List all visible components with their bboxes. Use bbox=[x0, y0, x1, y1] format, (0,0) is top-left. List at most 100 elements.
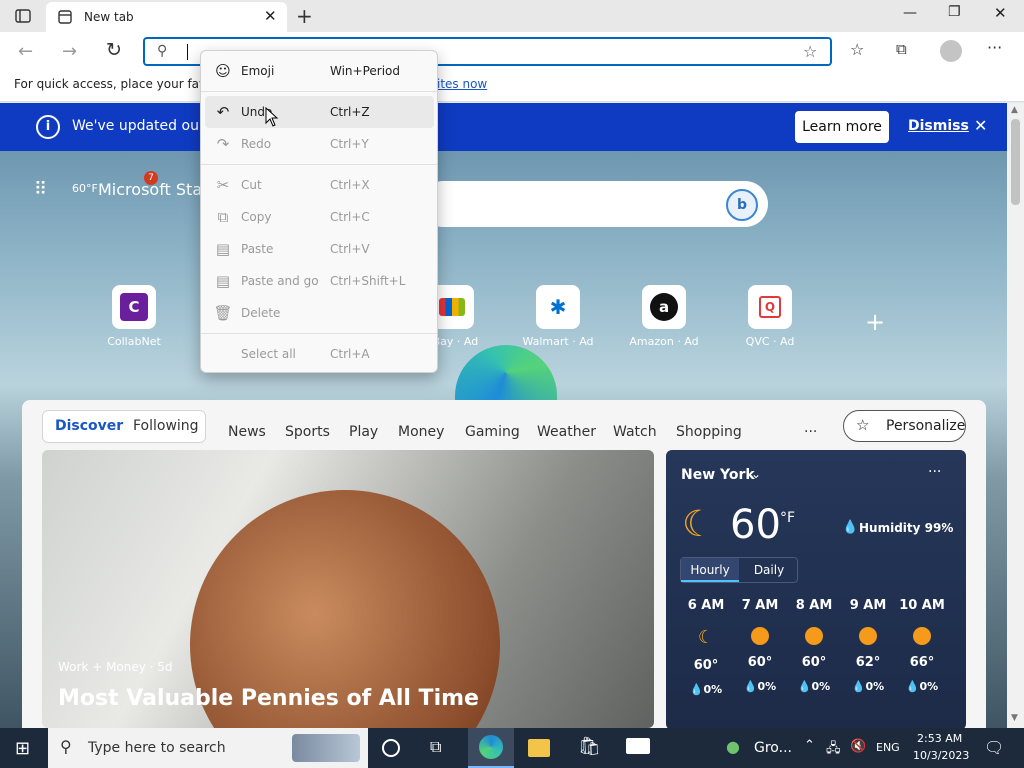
quick-link-walmart[interactable]: ✱ Walmart · Ad bbox=[513, 285, 603, 348]
forecast-tabs: Hourly Daily bbox=[680, 557, 798, 583]
article-title[interactable]: Most Valuable Pennies of All Time bbox=[58, 686, 479, 711]
temperature-badge[interactable]: 60°F bbox=[72, 182, 98, 195]
tab-daily[interactable]: Daily bbox=[741, 558, 797, 582]
weather-more-icon[interactable]: ··· bbox=[928, 464, 941, 480]
quick-link-qvc[interactable]: Q QVC · Ad bbox=[725, 285, 815, 348]
nav-news[interactable]: News bbox=[228, 424, 266, 440]
menu-item-undo[interactable]: ↶ Undo Ctrl+Z bbox=[205, 96, 434, 128]
volume-muted-icon[interactable]: 🔇 bbox=[850, 739, 866, 754]
store-icon[interactable]: 🛍 bbox=[578, 736, 601, 757]
profile-avatar[interactable] bbox=[940, 40, 962, 62]
settings-more-button[interactable]: ··· bbox=[987, 38, 1002, 57]
mouse-cursor-icon bbox=[265, 107, 279, 127]
menu-shortcut: Win+Period bbox=[330, 64, 401, 78]
more-nav-button[interactable]: ··· bbox=[804, 424, 817, 440]
nav-sports[interactable]: Sports bbox=[285, 424, 330, 440]
menu-item-delete[interactable]: 🗑 Delete bbox=[205, 297, 434, 329]
menu-label: Delete bbox=[241, 306, 281, 320]
weather-card[interactable]: New York ⌄ ··· ☾ 60 °F 💧 Humidity 99% › … bbox=[666, 450, 966, 728]
mail-icon[interactable] bbox=[626, 738, 650, 754]
nav-weather[interactable]: Weather bbox=[537, 424, 596, 440]
windows-start-icon[interactable]: ⊞ bbox=[15, 738, 30, 759]
sun-icon bbox=[913, 627, 931, 645]
hour-precip: 💧0% bbox=[797, 680, 831, 693]
close-window-button[interactable]: ✕ bbox=[994, 4, 1007, 22]
scroll-down-icon[interactable]: ▼ bbox=[1011, 713, 1018, 723]
tab-hourly[interactable]: Hourly bbox=[681, 558, 739, 582]
language-indicator[interactable]: ENG bbox=[876, 741, 900, 754]
taskbar-search-box[interactable]: ⚲ Type here to search bbox=[48, 728, 368, 768]
apps-grid-icon[interactable]: ⠿ bbox=[34, 179, 47, 200]
menu-item-paste[interactable]: ▤ Paste Ctrl+V bbox=[205, 233, 434, 265]
nav-shopping[interactable]: Shopping bbox=[676, 424, 742, 440]
hour-temp: 62° bbox=[855, 655, 881, 670]
tab-actions-icon[interactable] bbox=[14, 8, 32, 24]
sparkle-icon: ☆ bbox=[856, 416, 870, 434]
menu-item-paste-and-go[interactable]: ▤ Paste and go Ctrl+Shift+L bbox=[205, 265, 434, 297]
scroll-up-icon[interactable]: ▲ bbox=[1011, 105, 1018, 115]
network-icon[interactable]: 🖧 bbox=[826, 739, 841, 761]
forward-button[interactable]: → bbox=[62, 41, 77, 62]
cortana-icon[interactable] bbox=[382, 739, 400, 757]
page-scrollbar[interactable]: ▲ ▼ bbox=[1007, 103, 1024, 728]
browser-tab[interactable]: New tab ✕ bbox=[46, 2, 287, 32]
notification-badge[interactable]: 7 bbox=[144, 171, 158, 185]
app-tray-icon[interactable]: ● bbox=[726, 737, 740, 756]
clock-date[interactable]: 10/3/2023 bbox=[913, 749, 969, 762]
chevron-right-icon[interactable]: › bbox=[941, 520, 946, 534]
restore-button[interactable]: ❐ bbox=[948, 4, 961, 20]
nav-play[interactable]: Play bbox=[349, 424, 378, 440]
back-button[interactable]: ← bbox=[18, 41, 33, 62]
tab-discover[interactable]: Discover bbox=[55, 418, 123, 434]
quick-link-amazon[interactable]: a Amazon · Ad bbox=[619, 285, 709, 348]
refresh-button[interactable]: ↻ bbox=[106, 39, 122, 61]
chevron-down-icon[interactable]: ⌄ bbox=[751, 467, 761, 481]
manage-favorites-link[interactable]: ites now bbox=[437, 77, 487, 91]
close-tab-icon[interactable]: ✕ bbox=[264, 7, 277, 25]
info-icon: i bbox=[36, 115, 60, 139]
hour-temp: 60° bbox=[747, 655, 773, 670]
collections-button[interactable]: ⧉ bbox=[896, 40, 907, 58]
notification-center-icon[interactable]: 🗨 bbox=[984, 738, 1004, 757]
menu-separator bbox=[201, 164, 437, 165]
nav-gaming[interactable]: Gaming bbox=[465, 424, 520, 440]
quick-link-label: Walmart · Ad bbox=[522, 335, 594, 348]
nav-watch[interactable]: Watch bbox=[613, 424, 657, 440]
nav-money[interactable]: Money bbox=[398, 424, 444, 440]
menu-item-select-all[interactable]: Select all Ctrl+A bbox=[205, 338, 434, 370]
chevron-up-icon[interactable]: ⌃ bbox=[804, 738, 815, 753]
quick-link-collabnet[interactable]: C CollabNet bbox=[89, 285, 179, 348]
scroll-thumb[interactable] bbox=[1011, 119, 1020, 205]
taskbar-search-placeholder: Type here to search bbox=[88, 740, 226, 756]
hour-time: 6 AM bbox=[687, 598, 725, 613]
task-view-icon[interactable]: ⧉ bbox=[430, 737, 441, 757]
bing-chat-icon[interactable]: b bbox=[726, 189, 758, 221]
learn-more-button[interactable]: Learn more bbox=[795, 111, 889, 143]
taskbar-edge-button[interactable] bbox=[468, 728, 514, 768]
article-source: Work + Money · 5d bbox=[58, 660, 173, 674]
minimize-button[interactable]: — bbox=[903, 5, 917, 21]
web-search-box[interactable]: b bbox=[420, 181, 768, 227]
menu-item-cut[interactable]: ✂ Cut Ctrl+X bbox=[205, 169, 434, 201]
edge-icon bbox=[479, 735, 503, 759]
tray-app-label[interactable]: Gro... bbox=[754, 740, 792, 756]
weather-city[interactable]: New York bbox=[681, 467, 755, 483]
close-banner-icon[interactable]: ✕ bbox=[974, 116, 987, 135]
tab-following[interactable]: Following bbox=[133, 418, 199, 434]
article-card[interactable]: Work + Money · 5d Most Valuable Pennies … bbox=[42, 450, 654, 728]
hour-temp: 66° bbox=[909, 655, 935, 670]
menu-item-redo[interactable]: ↷ Redo Ctrl+Y bbox=[205, 128, 434, 160]
menu-item-copy[interactable]: ⧉ Copy Ctrl+C bbox=[205, 201, 434, 233]
menu-item-emoji[interactable]: ☺ Emoji Win+Period bbox=[205, 55, 434, 87]
add-favorite-icon[interactable]: ☆ bbox=[803, 42, 817, 61]
favorites-button[interactable]: ☆ bbox=[850, 40, 864, 59]
feed-tab-group: Discover Following bbox=[42, 410, 206, 443]
menu-shortcut: Ctrl+X bbox=[330, 178, 370, 192]
new-tab-button[interactable]: + bbox=[296, 4, 313, 28]
add-quick-link-button[interactable]: + bbox=[865, 308, 885, 336]
dismiss-link[interactable]: Dismiss bbox=[908, 118, 969, 134]
file-explorer-icon[interactable] bbox=[528, 739, 550, 757]
clock-time[interactable]: 2:53 AM bbox=[917, 732, 962, 745]
droplet-icon: 💧 bbox=[842, 520, 859, 535]
personalize-button[interactable]: ☆ Personalize bbox=[843, 410, 966, 442]
